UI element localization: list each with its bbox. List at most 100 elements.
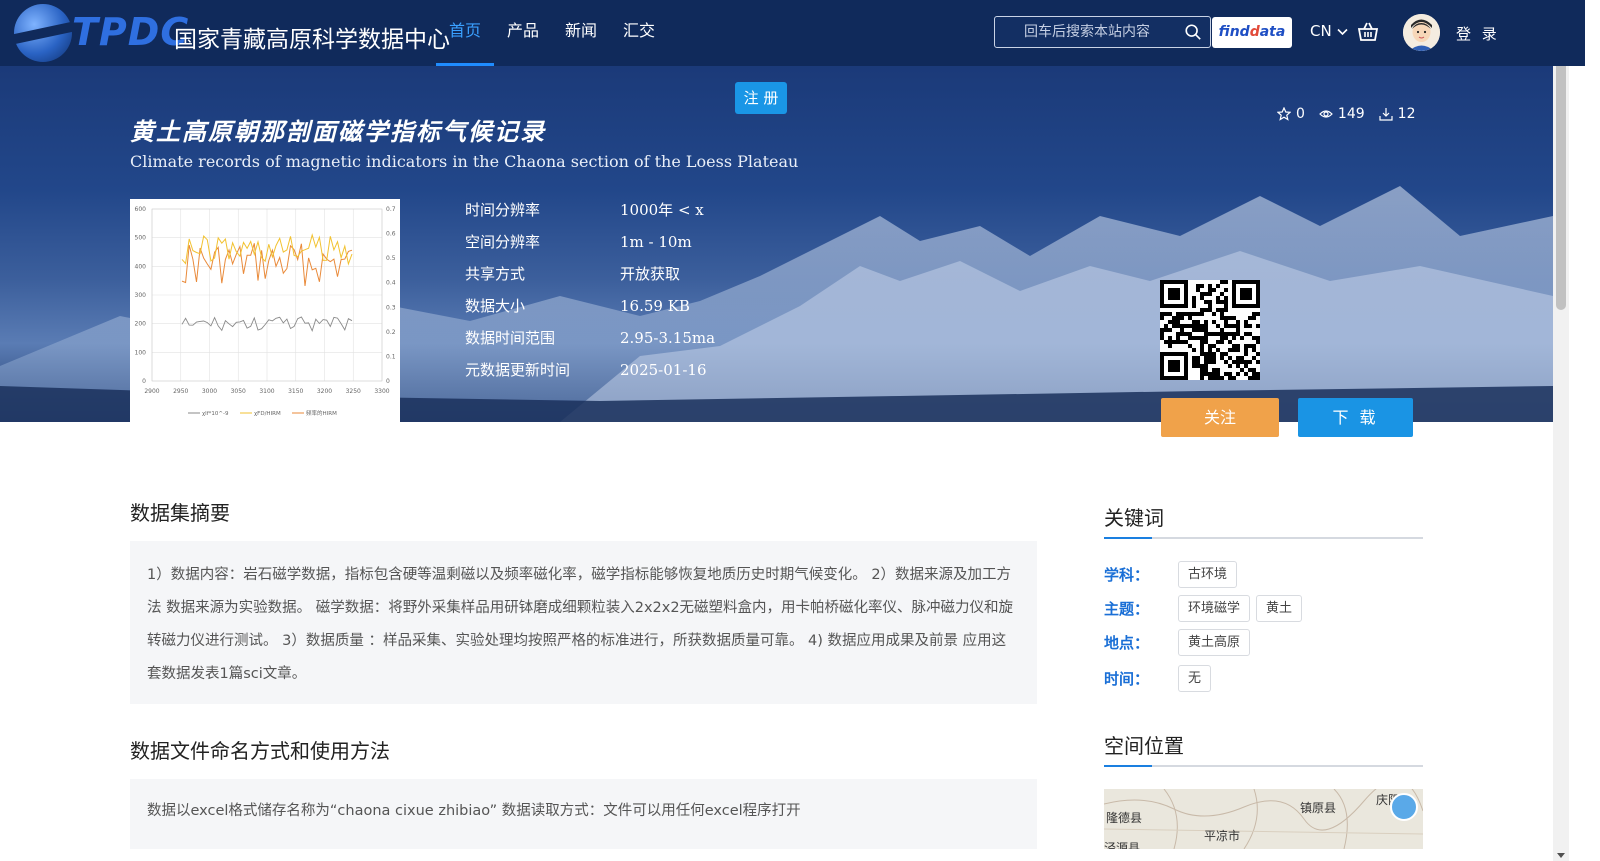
logo-text-cn: 国家青藏高原科学数据中心	[174, 27, 450, 53]
downloads-stat: 12	[1379, 106, 1415, 122]
thumb-x-tick: 3150	[288, 388, 303, 395]
map-label: 镇原县	[1300, 801, 1337, 815]
naming-heading: 数据文件命名方式和使用方法	[130, 739, 390, 763]
thumb-y-right-tick: 0.5	[386, 255, 396, 262]
follow-button[interactable]: 关注	[1161, 398, 1279, 437]
thumb-x-tick: 3250	[346, 388, 361, 395]
nav-submit[interactable]: 汇交	[610, 0, 668, 66]
dataset-metadata: 时间分辨率 1000年 < x 空间分辨率 1m - 10m 共享方式 开放获取 数据…	[465, 199, 715, 391]
abstract-heading: 数据集摘要	[130, 501, 230, 525]
search-box	[994, 16, 1211, 48]
meta-key: 共享方式	[465, 265, 526, 283]
nav-home[interactable]: 首页	[436, 0, 495, 66]
login-link[interactable]: 登 录	[1456, 23, 1500, 44]
meta-size: 数据大小 16.59 KB	[465, 295, 715, 327]
thumb-x-tick: 3300	[374, 388, 389, 395]
meta-time-resolution: 时间分辨率 1000年 < x	[465, 199, 715, 231]
thumb-x-tick: 3000	[202, 388, 217, 395]
thumb-y-left-tick: 200	[135, 321, 147, 328]
thumb-legend-item: χlf*10^-9	[202, 411, 229, 417]
meta-value: 1m - 10m	[620, 233, 692, 251]
findata-button[interactable]: finddata	[1212, 17, 1292, 48]
dataset-title-cn: 黄土高原朝那剖面磁学指标气候记录	[130, 118, 546, 146]
thumb-y-right-tick: 0	[386, 378, 390, 385]
search-icon[interactable]	[1184, 23, 1202, 41]
page-scrollbar[interactable]	[1553, 0, 1569, 861]
abstract-text: 1）数据内容：岩石磁学数据，指标包含硬等温剩磁以及频率磁化率，磁学指标能够恢复地…	[130, 541, 1037, 704]
scroll-down-arrow-icon[interactable]	[1557, 853, 1565, 858]
keyword-row-time: 时间： 无	[1104, 665, 1217, 692]
search-input[interactable]	[995, 17, 1180, 47]
findata-label-b: ata	[1259, 24, 1286, 40]
language-label: CN	[1310, 22, 1332, 40]
thumb-y-left-tick: 300	[135, 292, 147, 299]
site-logo[interactable]: TPDC 国家青藏高原科学数据中心	[14, 4, 450, 62]
thumb-y-right-tick: 0.3	[386, 304, 396, 311]
download-button[interactable]: 下 载	[1298, 398, 1413, 437]
keyword-tag[interactable]: 古环境	[1178, 561, 1238, 588]
qr-code	[1160, 280, 1260, 380]
naming-text: 数据以excel格式储存名称为“chaona cixue zhibiao” 数据…	[130, 779, 1037, 849]
keyword-tag[interactable]: 环境磁学	[1178, 595, 1251, 622]
location-heading: 空间位置	[1104, 730, 1423, 767]
thumb-y-right-tick: 0.4	[386, 280, 396, 287]
meta-key: 数据大小	[465, 297, 526, 315]
findata-label-a: find	[1218, 24, 1250, 40]
star-icon	[1277, 107, 1291, 121]
meta-spatial-resolution: 空间分辨率 1m - 10m	[465, 231, 715, 263]
thumbnail-chart-image: 0 100 200 300 400 500 600 0 0.1 0.2 0.3 0.4 0.5 0.6 0…	[130, 199, 400, 422]
dataset-thumbnail[interactable]: 0 100 200 300 400 500 600 0 0.1 0.2 0.3 0.4 0.5 0.6 0…	[130, 199, 400, 422]
meta-sharing: 共享方式 开放获取	[465, 263, 715, 295]
thumb-legend-item: χFD/HIRM	[254, 411, 281, 417]
user-avatar[interactable]	[1403, 14, 1440, 51]
logo-text-en: TPDC	[72, 10, 190, 54]
meta-key: 空间分辨率	[465, 233, 541, 251]
keyword-label: 主题：	[1104, 600, 1150, 618]
meta-updated: 元数据更新时间 2025-01-16	[465, 359, 715, 391]
language-switch[interactable]: CN	[1310, 22, 1349, 40]
keyword-tag[interactable]: 无	[1178, 665, 1212, 692]
keyword-label: 学科：	[1104, 566, 1150, 584]
meta-value: 16.59 KB	[620, 297, 690, 315]
stars-stat[interactable]: 0	[1277, 106, 1305, 122]
keyword-tag[interactable]: 黄土高原	[1178, 629, 1251, 656]
thumb-y-left-tick: 400	[135, 263, 147, 270]
nav-products[interactable]: 产品	[494, 0, 552, 66]
keyword-label: 地点：	[1104, 634, 1150, 652]
thumb-x-tick: 2950	[173, 388, 188, 395]
thumb-x-tick: 3050	[231, 388, 246, 395]
meta-key: 元数据更新时间	[465, 361, 571, 379]
meta-time-range: 数据时间范围 2.95-3.15ma	[465, 327, 715, 359]
meta-key: 时间分辨率	[465, 201, 541, 219]
thumb-y-right-tick: 0.7	[386, 206, 396, 213]
meta-value: 2.95-3.15ma	[620, 329, 716, 347]
eye-icon	[1319, 110, 1333, 118]
meta-key: 数据时间范围	[465, 329, 556, 347]
meta-value: 2025-01-16	[620, 361, 707, 379]
keyword-row-place: 地点： 黄土高原	[1104, 629, 1256, 656]
download-icon	[1379, 108, 1393, 121]
meta-value: 开放获取	[620, 265, 681, 283]
findata-label-d: d	[1249, 24, 1260, 40]
top-navbar: TPDC 国家青藏高原科学数据中心 首页 产品 新闻 汇交 finddata C…	[0, 0, 1585, 66]
map-label: 泾源县	[1104, 841, 1141, 849]
nav-news[interactable]: 新闻	[552, 0, 610, 66]
thumb-y-left-tick: 600	[135, 206, 147, 213]
thumb-y-left-tick: 500	[135, 235, 147, 242]
stars-count: 0	[1296, 106, 1305, 122]
views-stat: 149	[1319, 106, 1365, 122]
thumb-legend-item: 频率的HIRM	[306, 409, 337, 417]
user-avatar-icon	[1403, 14, 1440, 51]
location-map[interactable]: 隆德县 平凉市 镇原县 庆阳市 泾源县	[1104, 789, 1423, 849]
chevron-down-icon	[1337, 28, 1349, 36]
map-fullscreen-icon[interactable]	[1390, 793, 1418, 821]
thumb-y-left-tick: 0	[142, 378, 146, 385]
thumb-x-tick: 3200	[317, 388, 332, 395]
register-button[interactable]: 注 册	[735, 82, 787, 114]
cart-icon[interactable]	[1357, 21, 1379, 43]
views-count: 149	[1337, 106, 1365, 122]
dataset-stats: 0 149 12	[1277, 106, 1415, 122]
keyword-label: 时间：	[1104, 670, 1150, 688]
keyword-tag[interactable]: 黄土	[1256, 595, 1303, 622]
dataset-title-en: Climate records of magnetic indicators i…	[130, 152, 799, 171]
